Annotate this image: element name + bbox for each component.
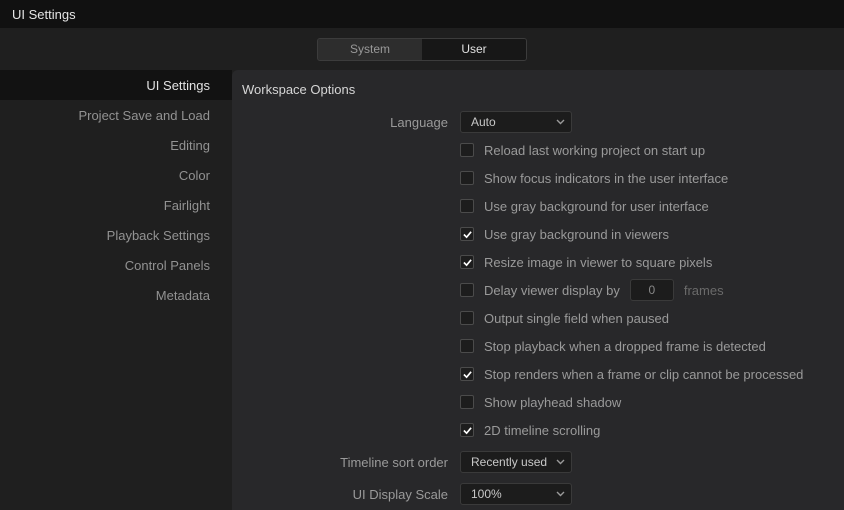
checkbox-resize-square[interactable]: [460, 255, 474, 269]
checkbox-gray-viewers[interactable]: [460, 227, 474, 241]
sidebar-item-label: Metadata: [156, 288, 210, 303]
display-scale-label: UI Display Scale: [232, 487, 460, 502]
sidebar-item-color[interactable]: Color: [0, 160, 232, 190]
checkbox-stop-renders[interactable]: [460, 367, 474, 381]
delay-frames-unit: frames: [684, 283, 724, 298]
checkbox-resize-square-label: Resize image in viewer to square pixels: [484, 255, 712, 270]
sidebar-item-ui-settings[interactable]: UI Settings: [0, 70, 232, 100]
sidebar-item-label: Color: [179, 168, 210, 183]
display-scale-select[interactable]: 100%: [460, 483, 572, 505]
chevron-down-icon: [556, 491, 565, 497]
checkbox-focus-indicators[interactable]: [460, 171, 474, 185]
tab-system[interactable]: System: [318, 39, 422, 60]
chevron-down-icon: [556, 119, 565, 125]
sort-order-select-value: Recently used: [471, 455, 547, 469]
checkbox-delay-display[interactable]: [460, 283, 474, 297]
checkbox-timeline-scroll-label: 2D timeline scrolling: [484, 423, 600, 438]
content-header: Workspace Options: [232, 82, 844, 111]
sort-order-select[interactable]: Recently used: [460, 451, 572, 473]
delay-frames-input[interactable]: 0: [630, 279, 674, 301]
sidebar-item-label: Fairlight: [164, 198, 210, 213]
sidebar-item-label: UI Settings: [146, 78, 210, 93]
checkbox-gray-ui[interactable]: [460, 199, 474, 213]
checkbox-reload-project-label: Reload last working project on start up: [484, 143, 705, 158]
sidebar-item-control-panels[interactable]: Control Panels: [0, 250, 232, 280]
top-tab-bar: System User: [0, 28, 844, 70]
sidebar-item-label: Project Save and Load: [78, 108, 210, 123]
tab-user[interactable]: User: [422, 39, 526, 60]
checkbox-gray-ui-label: Use gray background for user interface: [484, 199, 709, 214]
sidebar-item-metadata[interactable]: Metadata: [0, 280, 232, 310]
sidebar-item-label: Editing: [170, 138, 210, 153]
window-title: UI Settings: [12, 7, 76, 22]
sidebar-item-label: Control Panels: [125, 258, 210, 273]
language-label: Language: [232, 115, 460, 130]
sidebar-item-playback[interactable]: Playback Settings: [0, 220, 232, 250]
checkbox-reload-project[interactable]: [460, 143, 474, 157]
checkbox-timeline-scroll[interactable]: [460, 423, 474, 437]
sidebar-item-project-save[interactable]: Project Save and Load: [0, 100, 232, 130]
title-bar: UI Settings: [0, 0, 844, 28]
display-scale-select-value: 100%: [471, 487, 502, 501]
sidebar-item-fairlight[interactable]: Fairlight: [0, 190, 232, 220]
checkbox-stop-dropped[interactable]: [460, 339, 474, 353]
checkbox-stop-dropped-label: Stop playback when a dropped frame is de…: [484, 339, 766, 354]
checkbox-playhead-shadow-label: Show playhead shadow: [484, 395, 621, 410]
checkbox-output-single[interactable]: [460, 311, 474, 325]
checkbox-delay-display-label: Delay viewer display by: [484, 283, 620, 298]
checkbox-stop-renders-label: Stop renders when a frame or clip cannot…: [484, 367, 803, 382]
sidebar: UI Settings Project Save and Load Editin…: [0, 70, 232, 510]
chevron-down-icon: [556, 459, 565, 465]
sort-order-label: Timeline sort order: [232, 455, 460, 470]
top-tab-group: System User: [317, 38, 527, 61]
checkbox-playhead-shadow[interactable]: [460, 395, 474, 409]
content-panel: Workspace Options Language Auto Reload l…: [232, 70, 844, 510]
sidebar-item-editing[interactable]: Editing: [0, 130, 232, 160]
checkbox-focus-indicators-label: Show focus indicators in the user interf…: [484, 171, 728, 186]
language-select-value: Auto: [471, 115, 496, 129]
checkbox-output-single-label: Output single field when paused: [484, 311, 669, 326]
sidebar-item-label: Playback Settings: [107, 228, 210, 243]
checkbox-gray-viewers-label: Use gray background in viewers: [484, 227, 669, 242]
language-select[interactable]: Auto: [460, 111, 572, 133]
